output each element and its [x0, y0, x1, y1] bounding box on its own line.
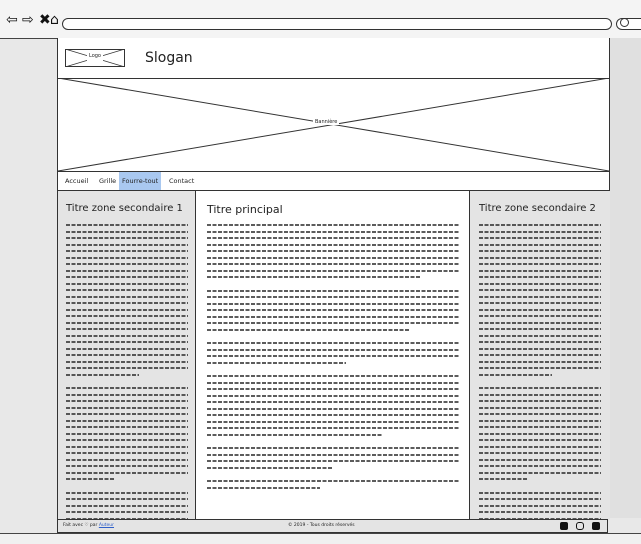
instagram-icon[interactable]: [576, 522, 584, 530]
nav-item-contact[interactable]: Contact: [166, 172, 197, 190]
nav-item-accueil[interactable]: Accueil: [62, 172, 91, 190]
site-footer: Fait avec ♡ par Auteur © 2019 - Tous dro…: [57, 519, 608, 533]
footer-credit: Fait avec ♡ par Auteur: [63, 523, 114, 528]
window-bottom-bar: [0, 533, 641, 544]
arrow-left-icon[interactable]: ⇦: [6, 13, 18, 27]
search-icon[interactable]: [620, 18, 629, 27]
address-bar[interactable]: [62, 18, 612, 30]
sidebar-right-text: [479, 224, 601, 524]
browser-toolbar: ⇦ ⇨ ✖ ⌂: [0, 0, 641, 39]
arrow-right-icon[interactable]: ⇨: [22, 13, 34, 27]
sidebar-left: Titre zone secondaire 1: [58, 191, 196, 520]
logo-label: Logo: [89, 53, 101, 59]
twitter-icon[interactable]: [592, 522, 600, 530]
nav-item-fourre-tout[interactable]: Fourre-tout: [119, 172, 162, 190]
banner-label: Bannière: [313, 119, 340, 125]
main-title: Titre principal: [207, 203, 283, 216]
main-content: Titre principal: [196, 191, 468, 519]
page: Logo Slogan Bannière Accueil Grille Four…: [57, 38, 610, 520]
sidebar-right-title: Titre zone secondaire 2: [479, 203, 596, 214]
logo[interactable]: Logo: [65, 49, 125, 67]
facebook-icon[interactable]: [560, 522, 568, 530]
main-nav: Accueil Grille Fourre-tout Contact: [58, 172, 609, 191]
x-icon[interactable]: ✖: [39, 13, 51, 27]
right-gutter: [610, 38, 641, 518]
sidebar-right: Titre zone secondaire 2: [469, 191, 610, 520]
footer-author-link[interactable]: Auteur: [99, 523, 114, 528]
sidebar-left-title: Titre zone secondaire 1: [66, 203, 183, 214]
footer-copyright: © 2019 - Tous droits réservés: [288, 523, 355, 528]
main-text: [207, 224, 459, 493]
home-icon[interactable]: ⌂: [50, 13, 59, 27]
sidebar-left-text: [66, 224, 188, 524]
nav-item-grille[interactable]: Grille: [96, 172, 119, 190]
slogan: Slogan: [145, 50, 193, 66]
site-header: Logo Slogan: [58, 38, 609, 79]
footer-made-with: Fait avec ♡ par: [63, 523, 98, 528]
banner: Bannière: [58, 78, 609, 172]
